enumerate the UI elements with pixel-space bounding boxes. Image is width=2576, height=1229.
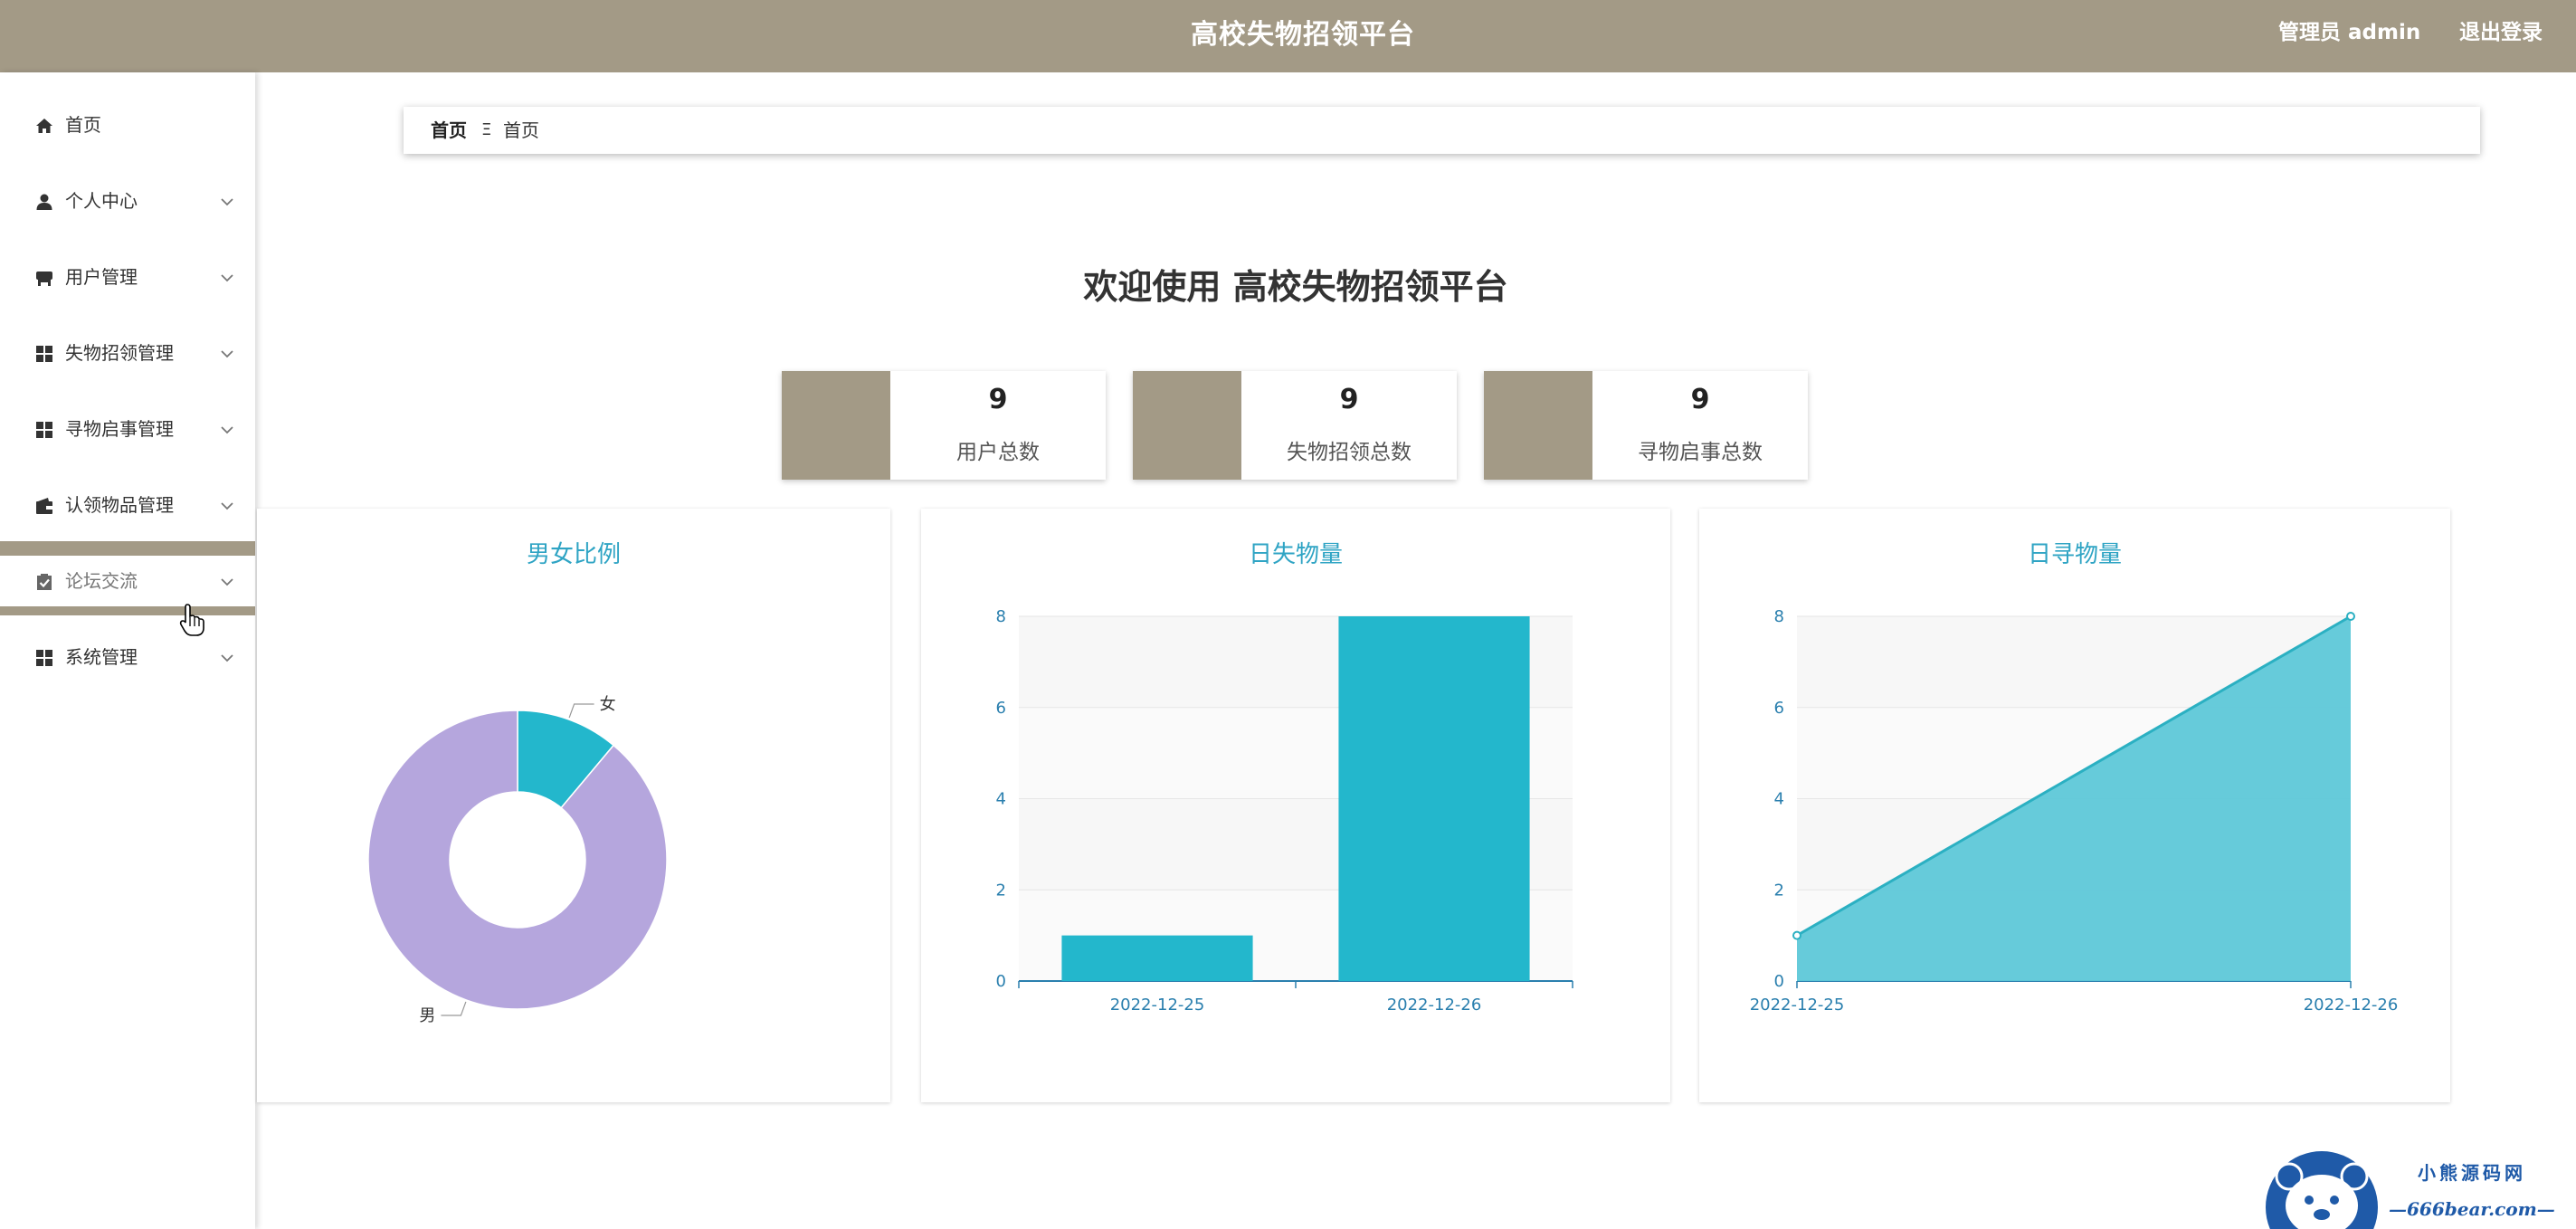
chevron-down-icon xyxy=(220,422,234,434)
home-icon xyxy=(34,116,54,136)
sidebar-item-label: 首页 xyxy=(65,114,101,136)
app-title: 高校失物招领平台 xyxy=(1191,19,1415,51)
y-tick-label: 2 xyxy=(996,881,1006,900)
breadcrumb-home-link[interactable]: 首页 xyxy=(431,107,467,154)
stat-card-swatch xyxy=(1133,371,1241,480)
area-point-2022-12-26[interactable] xyxy=(2346,612,2355,621)
stat-value: 9 xyxy=(1339,384,1359,415)
stat-label: 用户总数 xyxy=(956,441,1040,464)
gender-ratio-chart: 女男 xyxy=(367,695,668,1025)
gender-ratio-panel: 男女比例 女男 xyxy=(257,509,890,1102)
sidebar-item-system-management[interactable]: 系统管理 xyxy=(0,632,255,682)
x-tick-label: 2022-12-25 xyxy=(1750,996,1845,1015)
breadcrumb-current: 首页 xyxy=(503,119,539,141)
hand-cursor-icon xyxy=(179,604,204,636)
pie-slice-男[interactable] xyxy=(367,710,668,1010)
bear-logo-icon xyxy=(2266,1151,2378,1229)
x-tick-label: 2022-12-26 xyxy=(1387,996,1482,1015)
y-tick-label: 4 xyxy=(996,790,1006,809)
sidebar-item-label: 认领物品管理 xyxy=(65,494,174,516)
sidebar-item-profile[interactable]: 个人中心 xyxy=(0,176,255,226)
sidebar-item-search-notice-management[interactable]: 寻物启事管理 xyxy=(0,404,255,454)
top-header: 高校失物招领平台 管理员 admin 退出登录 xyxy=(0,0,2576,72)
person-icon xyxy=(34,192,54,212)
desk-icon xyxy=(34,268,54,288)
sidebar-item-forum[interactable]: 论坛交流 xyxy=(0,556,255,606)
daily-lost-panel: 日失物量 0 2 4 6 8 2022-12-25 2022-12-26 xyxy=(921,509,1670,1102)
sidebar: 首页 个人中心 用户管理 失物招领管理 寻物启事管理 认领物品管理 论坛交流 系… xyxy=(0,72,255,1229)
chevron-down-icon xyxy=(220,346,234,358)
logout-button[interactable]: 退出登录 xyxy=(2459,0,2543,65)
sidebar-item-label: 失物招领管理 xyxy=(65,342,174,364)
sidebar-item-label: 论坛交流 xyxy=(65,570,138,592)
breadcrumb: 首页 Ξ 首页 xyxy=(404,107,2480,154)
y-tick-label: 0 xyxy=(1774,972,1784,991)
stat-card-search-notices: 9 寻物启事总数 xyxy=(1484,371,1808,480)
sidebar-item-claim-management[interactable]: 认领物品管理 xyxy=(0,480,255,530)
grid-icon xyxy=(34,344,54,364)
y-tick-label: 6 xyxy=(996,699,1006,718)
stat-card-swatch xyxy=(782,371,890,480)
chevron-down-icon xyxy=(220,650,234,662)
stat-value: 9 xyxy=(988,384,1008,415)
stat-label: 失物招领总数 xyxy=(1287,441,1412,464)
y-tick-label: 8 xyxy=(1774,607,1784,626)
pie-label: 女 xyxy=(600,695,616,714)
y-tick-label: 8 xyxy=(996,607,1006,626)
chevron-down-icon xyxy=(220,498,234,510)
daily-search-panel: 日寻物量 0 2 4 6 8 2022-12-25 2022-12-26 xyxy=(1699,509,2450,1102)
stat-value: 9 xyxy=(1690,384,1710,415)
x-tick-label: 2022-12-26 xyxy=(2304,996,2399,1015)
clipboard-check-icon xyxy=(34,572,54,592)
bar-2022-12-26[interactable] xyxy=(1338,616,1530,981)
area-point-2022-12-25[interactable] xyxy=(1792,930,1801,940)
chevron-down-icon xyxy=(220,574,234,586)
x-tick-label: 2022-12-25 xyxy=(1110,996,1205,1015)
y-tick-label: 2 xyxy=(1774,881,1784,900)
chevron-down-icon xyxy=(220,194,234,206)
sidebar-item-lost-found-management[interactable]: 失物招领管理 xyxy=(0,328,255,378)
sidebar-item-home[interactable]: 首页 xyxy=(0,100,255,150)
sidebar-item-label: 个人中心 xyxy=(65,190,138,212)
y-tick-label: 6 xyxy=(1774,699,1784,718)
y-tick-label: 0 xyxy=(996,972,1006,991)
daily-lost-chart: 0 2 4 6 8 2022-12-25 2022-12-26 xyxy=(996,607,1573,1015)
sidebar-item-user-management[interactable]: 用户管理 xyxy=(0,252,255,302)
daily-search-chart: 0 2 4 6 8 2022-12-25 2022-12-26 xyxy=(1750,607,2399,1015)
pie-label: 男 xyxy=(419,1006,435,1025)
breadcrumb-separator: Ξ xyxy=(481,120,492,139)
sidebar-item-label: 寻物启事管理 xyxy=(65,418,174,440)
grid-icon xyxy=(34,648,54,668)
watermark-line1: 小熊源码网 xyxy=(2418,1162,2526,1184)
stat-card-swatch xyxy=(1484,371,1592,480)
welcome-heading: 欢迎使用 高校失物招领平台 xyxy=(1083,267,1508,307)
stat-label: 寻物启事总数 xyxy=(1638,441,1763,464)
current-user-label: 管理员 admin xyxy=(2278,21,2421,44)
pie-leader-line xyxy=(441,1001,467,1016)
sidebar-item-label: 用户管理 xyxy=(65,266,138,288)
stat-card-users: 9 用户总数 xyxy=(782,371,1106,480)
pie-leader-line xyxy=(568,703,594,719)
grid-icon xyxy=(34,420,54,440)
bar-2022-12-25[interactable] xyxy=(1061,935,1253,981)
wallet-icon xyxy=(34,496,54,516)
chevron-down-icon xyxy=(220,270,234,282)
sidebar-item-label: 系统管理 xyxy=(65,646,138,668)
watermark-line2: —666bear.com— xyxy=(2389,1198,2555,1220)
y-tick-label: 4 xyxy=(1774,790,1784,809)
stat-card-lost-found: 9 失物招领总数 xyxy=(1133,371,1457,480)
